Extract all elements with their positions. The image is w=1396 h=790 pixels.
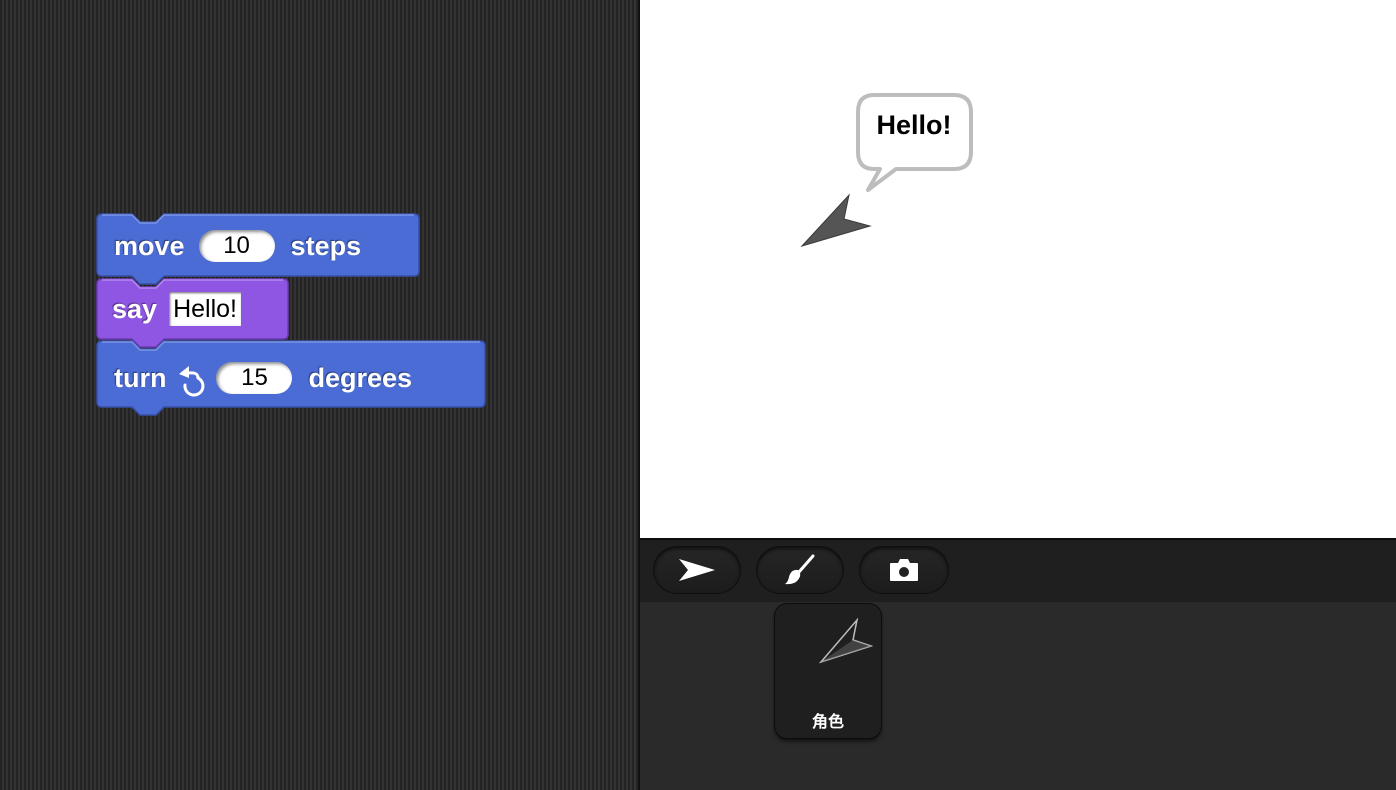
sprite-arrowhead-icon[interactable]: [800, 193, 872, 249]
paint-new-sprite-button[interactable]: [757, 547, 843, 593]
degrees-label: degrees: [308, 362, 413, 393]
sprite-corral-toolbar: [640, 538, 1396, 602]
say-label: say: [112, 293, 158, 324]
turtle-icon: [679, 559, 715, 581]
sprite-corral[interactable]: [640, 602, 1396, 790]
say-text-input[interactable]: Hello!: [169, 292, 241, 326]
sprite-thumbnail-arrowhead-icon: [819, 618, 873, 664]
move-steps-input[interactable]: 10: [198, 230, 275, 262]
camera-sprite-button[interactable]: [860, 547, 948, 593]
paintbrush-icon: [785, 554, 815, 585]
speech-bubble-text: Hello!: [876, 110, 952, 140]
turn-degrees-input[interactable]: 15: [216, 362, 293, 394]
move-label: move: [114, 230, 185, 261]
camera-icon: [890, 559, 918, 581]
speech-bubble: Hello!: [856, 92, 976, 194]
say-block[interactable]: say Hello!: [96, 278, 290, 348]
sprite-name-label: 角色: [811, 712, 844, 731]
stage[interactable]: [640, 0, 1396, 538]
rotate-left-icon: [176, 358, 206, 398]
add-turtle-sprite-button[interactable]: [654, 547, 740, 593]
move-steps-block[interactable]: move 10 steps: [96, 213, 420, 285]
turn-label: turn: [114, 362, 167, 393]
turn-degrees-block[interactable]: turn 15 degrees: [96, 340, 486, 416]
steps-label: steps: [290, 230, 362, 261]
speech-bubble-shape: [856, 93, 973, 192]
sprite-icon[interactable]: 角色: [775, 604, 881, 738]
